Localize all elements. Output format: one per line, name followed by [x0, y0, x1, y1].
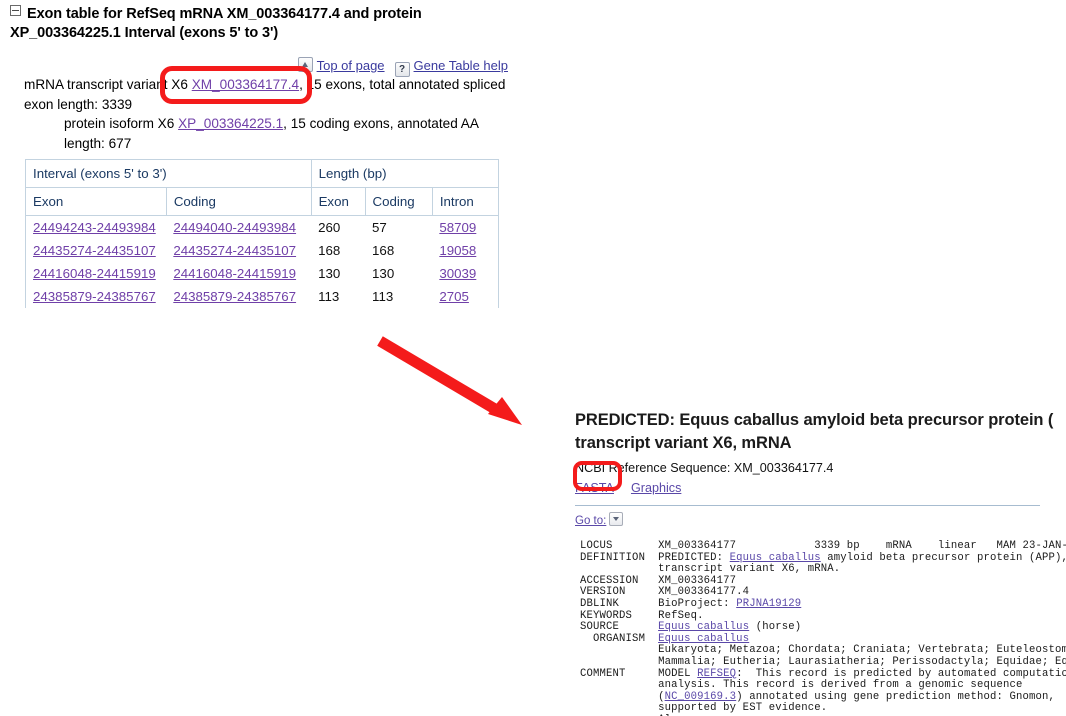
cell-exon-interval-link[interactable]: 24416048-24415919 [33, 266, 156, 281]
cell-exon-interval-link[interactable]: 24385879-24385767 [33, 289, 156, 304]
cell-coding-length: 57 [372, 220, 387, 235]
cell-exon-length: 113 [318, 289, 340, 304]
group-header-interval: Interval (exons 5' to 3') [25, 159, 312, 188]
minus-box-icon[interactable] [10, 5, 21, 16]
cell-exon-length: 130 [318, 266, 341, 281]
page-title-text: Exon table for RefSeq mRNA XM_003364177.… [10, 6, 422, 41]
gene-table-help-link[interactable]: Gene Table help [414, 58, 508, 73]
exon-table-body: 24494243-24493984 24494040-24493984 260 57 5… [26, 216, 499, 309]
transcript-summary: mRNA transcript variant X6 XM_003364177.… [24, 75, 514, 153]
mrna-prefix-text: mRNA transcript variant X6 [24, 77, 192, 92]
up-arrow-icon[interactable] [297, 57, 313, 72]
cell-intron-length-link[interactable]: 30039 [439, 266, 476, 281]
cell-intron-length[interactable]: 2705 [432, 285, 498, 308]
column-header-exon-interval: Exon [25, 187, 167, 216]
view-format-links: FASTA Graphics [575, 480, 1066, 497]
genomic-sequence-link[interactable]: NC_009169.3 [665, 691, 737, 703]
cell-exon-interval[interactable]: 24494243-24493984 [26, 216, 167, 240]
fasta-link[interactable]: FASTA [575, 481, 614, 495]
genbank-record-panel: PREDICTED: Equus caballus amyloid beta p… [575, 404, 1066, 716]
chevron-down-icon[interactable] [609, 512, 624, 526]
genbank-record-text: LOCUS XM_003364177 3339 bp mRNA linear M… [580, 540, 1066, 716]
table-row: 24435274-24435107 24435274-24435107 168 168… [26, 239, 499, 262]
genbank-title-line2: transcript variant X6, mRNA [575, 434, 792, 452]
genbank-title: PREDICTED: Equus caballus amyloid beta p… [575, 409, 1066, 455]
group-header-length: Length (bp) [311, 159, 499, 188]
cell-intron-length-link[interactable]: 2705 [439, 289, 469, 304]
exon-table-head: Interval (exons 5' to 3') Length (bp) Ex… [25, 159, 499, 216]
table-group-header-row: Interval (exons 5' to 3') Length (bp) [25, 159, 499, 188]
cell-exon-interval-link[interactable]: 24435274-24435107 [33, 243, 156, 258]
column-header-intron-length: Intron [432, 187, 499, 216]
cell-coding-interval[interactable]: 24435274-24435107 [166, 239, 311, 262]
cell-coding-interval-link[interactable]: 24435274-24435107 [173, 243, 296, 258]
table-column-header-row: Exon Coding Exon Coding Intron [25, 187, 499, 216]
genbank-title-line1: PREDICTED: Equus caballus amyloid beta p… [575, 411, 1054, 429]
refseq-model-link[interactable]: REFSEQ [697, 668, 736, 680]
cell-coding-interval[interactable]: 24416048-24415919 [166, 262, 311, 285]
cell-coding-length: 168 [372, 243, 395, 258]
protein-prefix-text: protein isoform X6 [64, 116, 179, 131]
table-row: 24385879-24385767 24385879-24385767 113 113… [26, 285, 499, 308]
go-to-control: Go to: [575, 512, 1066, 529]
cell-exon-interval[interactable]: 24385879-24385767 [26, 285, 167, 308]
cell-intron-length[interactable]: 30039 [432, 262, 498, 285]
red-arrow-annotation [377, 336, 522, 425]
cell-coding-interval-link[interactable]: 24416048-24415919 [173, 266, 296, 281]
cell-exon-interval-link[interactable]: 24494243-24493984 [33, 220, 156, 235]
column-header-coding-interval: Coding [166, 187, 312, 216]
cell-exon-interval[interactable]: 24416048-24415919 [26, 262, 167, 285]
refseq-accession-label: NCBI Reference Sequence: XM_003364177.4 [575, 461, 834, 475]
cell-coding-length: 130 [372, 266, 395, 281]
cell-intron-length[interactable]: 19058 [432, 239, 498, 262]
protein-summary-line: protein isoform X6 XP_003364225.1, 15 co… [24, 114, 514, 153]
cell-exon-interval[interactable]: 24435274-24435107 [26, 239, 167, 262]
go-to-label[interactable]: Go to: [575, 515, 606, 527]
mrna-summary-line: mRNA transcript variant X6 XM_003364177.… [24, 75, 514, 114]
organism-link[interactable]: Equus caballus [730, 552, 821, 564]
cell-intron-length-link[interactable]: 58709 [439, 220, 476, 235]
cell-coding-interval[interactable]: 24494040-24493984 [166, 216, 311, 240]
cell-exon-length: 168 [318, 243, 341, 258]
cell-coding-interval[interactable]: 24385879-24385767 [166, 285, 311, 308]
top-of-page-link[interactable]: Top of page [317, 58, 385, 73]
utility-links: Top of page? Gene Table help [297, 57, 508, 77]
column-header-coding-length: Coding [365, 187, 433, 216]
page-title: Exon table for RefSeq mRNA XM_003364177.… [10, 5, 510, 43]
table-row: 24494243-24493984 24494040-24493984 260 57 5… [26, 216, 499, 240]
organism-link[interactable]: Equus caballus [658, 621, 749, 633]
graphics-link[interactable]: Graphics [631, 481, 681, 495]
mrna-accession-link[interactable]: XM_003364177.4 [192, 77, 299, 92]
protein-accession-link[interactable]: XP_003364225.1 [178, 116, 283, 131]
divider [575, 505, 1040, 506]
cell-coding-interval-link[interactable]: 24385879-24385767 [173, 289, 296, 304]
organism-link[interactable]: Equus caballus [658, 633, 749, 645]
cell-intron-length[interactable]: 58709 [432, 216, 498, 240]
cell-exon-length: 260 [318, 220, 341, 235]
bioproject-link[interactable]: PRJNA19129 [736, 598, 801, 610]
cell-coding-length: 113 [372, 289, 394, 304]
table-row: 24416048-24415919 24416048-24415919 130 130… [26, 262, 499, 285]
cell-intron-length-link[interactable]: 19058 [439, 243, 476, 258]
exon-table: Interval (exons 5' to 3') Length (bp) Ex… [25, 159, 499, 308]
exon-table-container: Interval (exons 5' to 3') Length (bp) Ex… [25, 159, 501, 313]
cell-coding-interval-link[interactable]: 24494040-24493984 [173, 220, 296, 235]
column-header-exon-length: Exon [311, 187, 366, 216]
